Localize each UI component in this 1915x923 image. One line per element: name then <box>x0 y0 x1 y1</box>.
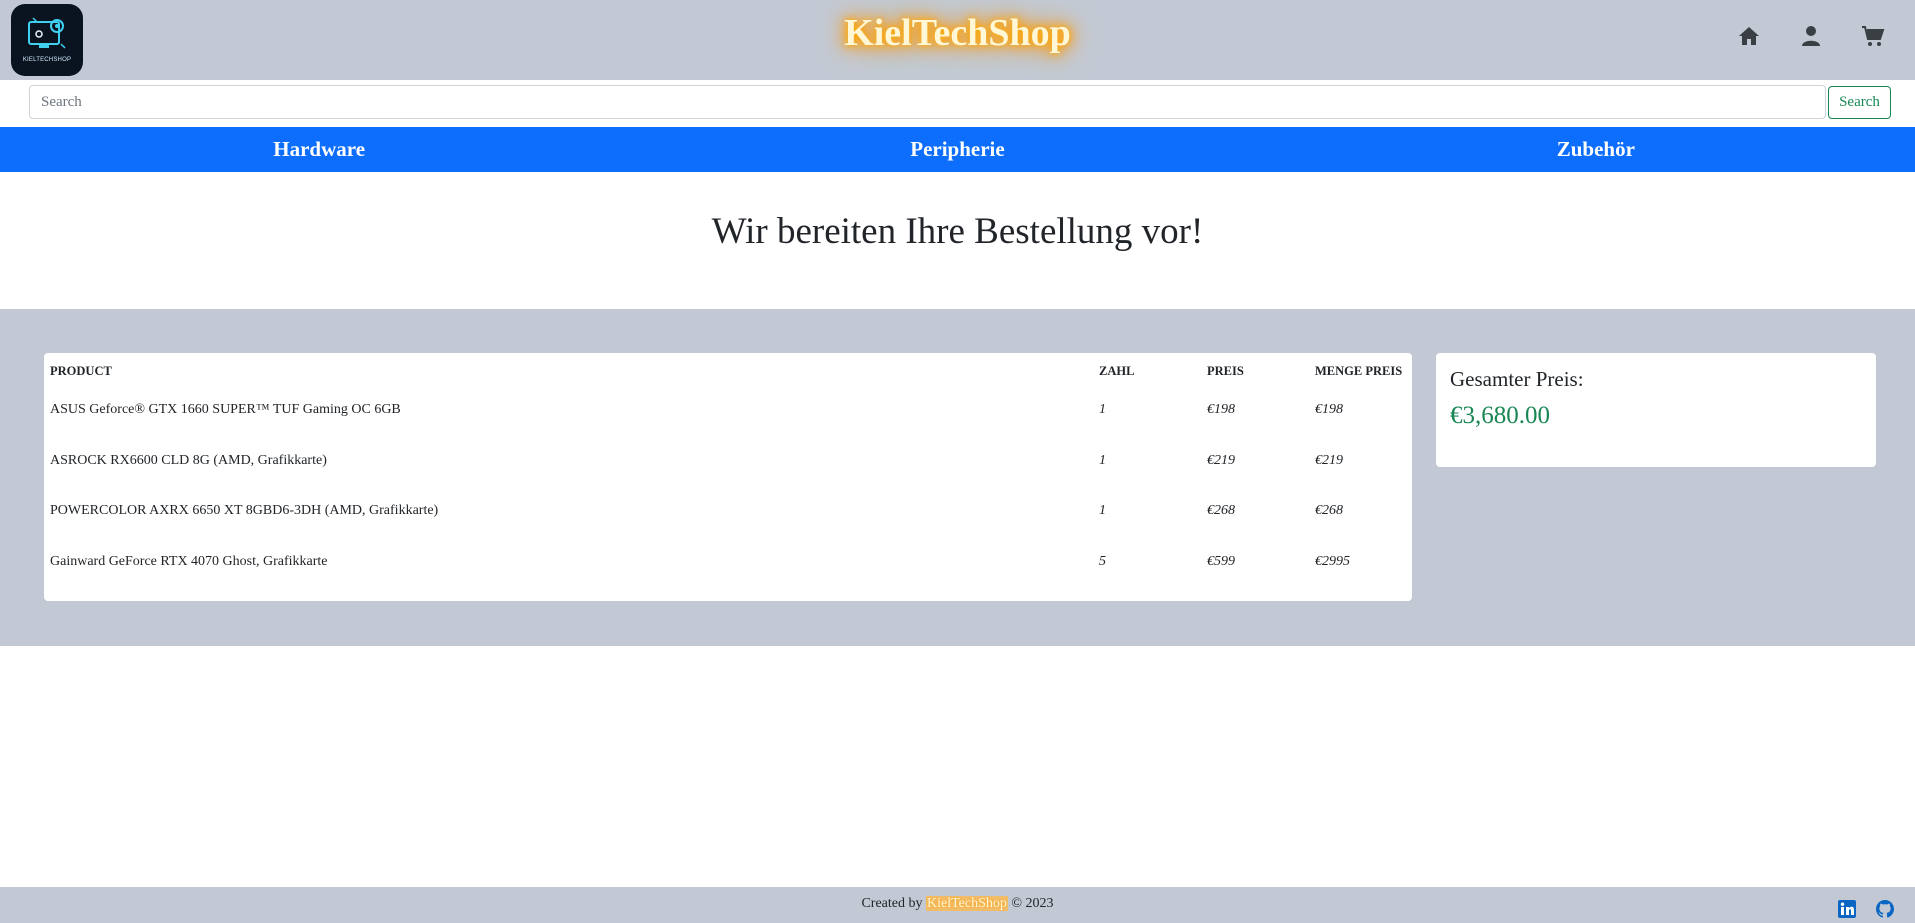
order-section: PRODUCT ZAHL PREIS MENGE PREIS ASUS Gefo… <box>0 309 1915 646</box>
product-name: POWERCOLOR AXRX 6650 XT 8GBD6-3DH (AMD, … <box>50 503 439 519</box>
footer-prefix: Created by <box>861 896 923 911</box>
column-header-zahl: ZAHL <box>1099 363 1135 378</box>
table-row: ASROCK RX6600 CLD 8G (AMD, Grafikkarte) … <box>50 436 1412 487</box>
product-price: €599 <box>1207 553 1235 569</box>
order-summary-card: Gesamter Preis: €3,680.00 <box>1436 353 1876 467</box>
nav-item-peripherie[interactable]: Peripherie <box>638 127 1276 172</box>
footer-copyright: © 2023 <box>1011 896 1054 911</box>
column-header-preis: PREIS <box>1207 363 1244 378</box>
product-name: ASUS Geforce® GTX 1660 SUPER™ TUF Gaming… <box>50 402 401 418</box>
order-table: PRODUCT ZAHL PREIS MENGE PREIS ASUS Gefo… <box>50 357 1412 587</box>
product-subtotal: €268 <box>1315 503 1343 519</box>
table-row: Gainward GeForce RTX 4070 Ghost, Grafikk… <box>50 537 1412 588</box>
github-icon[interactable] <box>1875 899 1895 919</box>
table-row: POWERCOLOR AXRX 6650 XT 8GBD6-3DH (AMD, … <box>50 486 1412 537</box>
product-price: €198 <box>1207 402 1235 418</box>
site-title[interactable]: KielTechShop <box>0 11 1915 55</box>
header-icons <box>1737 24 1885 48</box>
site-header: KIELTECHSHOP KielTechShop <box>0 0 1915 80</box>
product-name: ASROCK RX6600 CLD 8G (AMD, Grafikkarte) <box>50 452 327 468</box>
footer-brand: KielTechShop <box>925 896 1008 911</box>
search-button[interactable]: Search <box>1828 86 1891 119</box>
footer-social-icons <box>1837 899 1895 919</box>
product-subtotal: €198 <box>1315 402 1343 418</box>
product-price: €219 <box>1207 452 1235 468</box>
product-subtotal: €219 <box>1315 452 1343 468</box>
nav-item-hardware[interactable]: Hardware <box>0 127 638 172</box>
user-icon[interactable] <box>1799 24 1823 48</box>
table-header-row: PRODUCT ZAHL PREIS MENGE PREIS <box>50 357 1412 385</box>
product-name: Gainward GeForce RTX 4070 Ghost, Grafikk… <box>50 553 328 569</box>
total-label: Gesamter Preis: <box>1450 367 1584 391</box>
cart-icon[interactable] <box>1861 24 1885 48</box>
category-nav: Hardware Peripherie Zubehör <box>0 127 1915 172</box>
column-header-menge-preis: MENGE PREIS <box>1315 363 1403 378</box>
product-price: €268 <box>1207 503 1235 519</box>
page-title: Wir bereiten Ihre Bestellung vor! <box>711 211 1204 252</box>
logo-text: KIELTECHSHOP <box>22 57 72 63</box>
nav-item-zubehoer[interactable]: Zubehör <box>1277 127 1915 172</box>
product-subtotal: €2995 <box>1315 553 1350 569</box>
column-header-product: PRODUCT <box>50 363 112 378</box>
home-icon[interactable] <box>1737 24 1761 48</box>
product-quantity: 5 <box>1099 553 1106 569</box>
order-table-card: PRODUCT ZAHL PREIS MENGE PREIS ASUS Gefo… <box>44 353 1412 601</box>
search-input[interactable] <box>29 85 1826 119</box>
footer-credit: Created by KielTechShop © 2023 <box>0 896 1915 912</box>
linkedin-icon[interactable] <box>1837 899 1857 919</box>
search-bar: Search <box>0 80 1915 127</box>
product-quantity: 1 <box>1099 452 1106 468</box>
product-quantity: 1 <box>1099 503 1106 519</box>
product-quantity: 1 <box>1099 402 1106 418</box>
total-price: €3,680.00 <box>1450 402 1550 429</box>
table-row: ASUS Geforce® GTX 1660 SUPER™ TUF Gaming… <box>50 385 1412 436</box>
site-footer: Created by KielTechShop © 2023 <box>0 887 1915 923</box>
